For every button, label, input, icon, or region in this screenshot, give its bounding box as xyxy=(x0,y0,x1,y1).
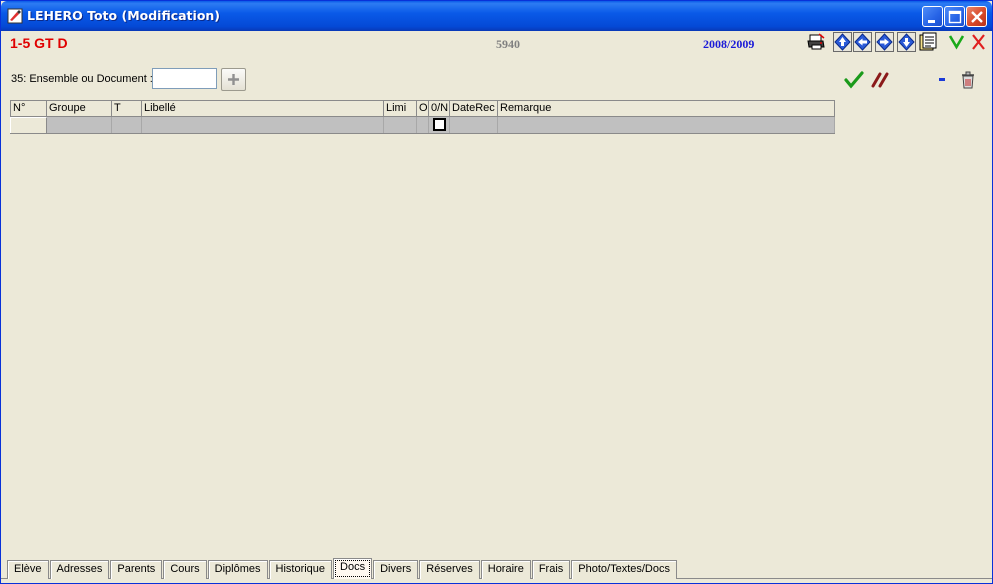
close-icon xyxy=(971,11,983,23)
school-year: 2008/2009 xyxy=(703,37,755,51)
tab-divers[interactable]: Divers xyxy=(373,560,419,579)
maximize-button[interactable] xyxy=(944,6,965,27)
record-number: 5940 xyxy=(496,37,520,51)
tab-diplomes[interactable]: Diplômes xyxy=(207,560,268,579)
cell-type[interactable] xyxy=(112,117,142,133)
printer-icon xyxy=(807,33,825,50)
notes-button[interactable] xyxy=(919,32,938,52)
column-header-date-received[interactable]: DateRec xyxy=(450,101,498,116)
add-document-button[interactable] xyxy=(221,68,246,91)
tab-horaire[interactable]: Horaire xyxy=(480,560,531,579)
check-icon xyxy=(948,35,965,50)
ok-button[interactable] xyxy=(947,32,966,52)
plus-icon xyxy=(228,74,239,85)
tab-photo-textes-docs[interactable]: Photo/Textes/Docs xyxy=(571,560,677,579)
document-filter-input[interactable] xyxy=(152,68,217,89)
column-header-o[interactable]: O xyxy=(417,101,429,116)
row-selector[interactable] xyxy=(10,117,47,133)
cell-limit[interactable] xyxy=(384,117,417,133)
close-icon xyxy=(972,34,985,50)
column-header-limit[interactable]: Limi xyxy=(384,101,417,116)
close-button[interactable] xyxy=(966,6,987,27)
pencil-icon xyxy=(7,8,23,24)
document-icon xyxy=(919,32,937,51)
column-header-remark[interactable]: Remarque xyxy=(498,101,835,116)
tab-bar: Elève Adresses Parents Cours Diplômes Hi… xyxy=(7,558,678,579)
document-filter-label: 35: Ensemble ou Document : xyxy=(11,73,153,85)
class-code: 1-5 GT D xyxy=(10,35,68,51)
tab-reserves[interactable]: Réserves xyxy=(419,560,480,579)
column-header-yes-no[interactable]: 0/N xyxy=(429,101,450,116)
cell-group[interactable] xyxy=(47,117,112,133)
last-record-button[interactable] xyxy=(897,32,916,52)
cell-label[interactable] xyxy=(142,117,384,133)
title-bar[interactable]: LEHERO Toto (Modification) xyxy=(1,1,992,31)
yes-no-checkbox[interactable] xyxy=(433,118,446,131)
column-header-type[interactable]: T xyxy=(112,101,142,116)
delete-button[interactable] xyxy=(958,71,978,89)
next-record-button[interactable] xyxy=(875,32,894,52)
minus-icon xyxy=(939,78,945,81)
cell-remark[interactable] xyxy=(498,117,835,133)
maximize-icon xyxy=(948,10,962,24)
previous-record-button[interactable] xyxy=(853,32,872,52)
validate-button[interactable] xyxy=(844,71,864,89)
minimize-button[interactable] xyxy=(922,6,943,27)
print-button[interactable] xyxy=(807,32,826,52)
table-row[interactable] xyxy=(10,117,835,134)
grid-header: N° Groupe T Libellé Limi O 0/N DateRec R… xyxy=(10,100,835,117)
cell-yes-no[interactable] xyxy=(429,117,450,133)
cancel-strokes-icon xyxy=(871,72,889,88)
main-window: LEHERO Toto (Modification) 1-5 GT D 5940… xyxy=(0,0,993,584)
tab-frais[interactable]: Frais xyxy=(531,560,571,579)
column-header-label[interactable]: Libellé xyxy=(142,101,384,116)
remove-line-button[interactable] xyxy=(934,71,954,89)
window-title: LEHERO Toto (Modification) xyxy=(27,8,221,23)
minimize-icon xyxy=(928,20,935,23)
arrow-up-icon xyxy=(833,32,852,52)
tab-eleve[interactable]: Elève xyxy=(7,560,49,579)
tab-adresses[interactable]: Adresses xyxy=(49,560,110,579)
first-record-button[interactable] xyxy=(833,32,852,52)
checkmark-icon xyxy=(844,71,864,89)
arrow-left-icon xyxy=(853,32,872,52)
cancel-button[interactable] xyxy=(870,71,890,89)
arrow-right-icon xyxy=(875,32,894,52)
column-header-number[interactable]: N° xyxy=(10,101,47,116)
cell-date-received[interactable] xyxy=(450,117,498,133)
cell-o[interactable] xyxy=(417,117,429,133)
tab-cours[interactable]: Cours xyxy=(163,560,207,579)
tab-historique[interactable]: Historique xyxy=(268,560,333,579)
tab-docs[interactable]: Docs xyxy=(333,558,373,579)
column-header-group[interactable]: Groupe xyxy=(47,101,112,116)
arrow-down-icon xyxy=(897,32,916,52)
documents-grid: N° Groupe T Libellé Limi O 0/N DateRec R… xyxy=(10,100,835,135)
close-form-button[interactable] xyxy=(969,32,988,52)
trash-icon xyxy=(962,71,974,89)
tab-parents[interactable]: Parents xyxy=(110,560,163,579)
